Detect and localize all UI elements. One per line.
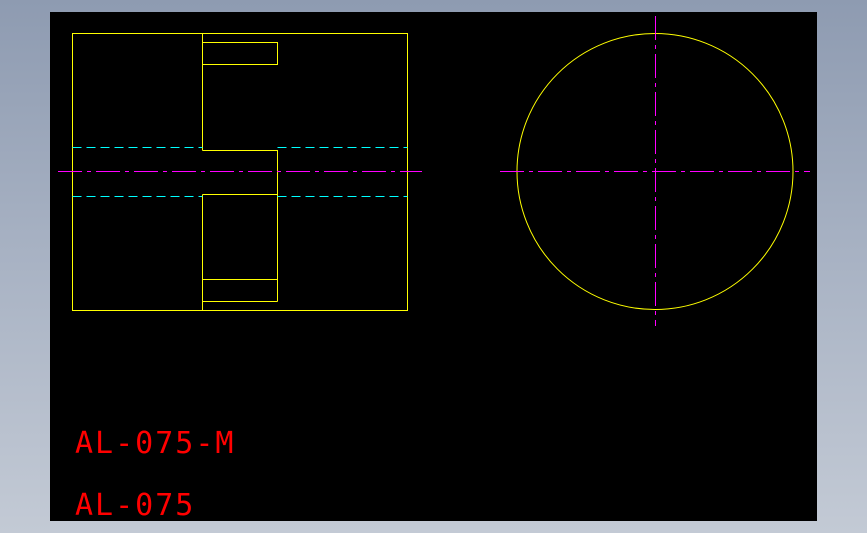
- cad-drawing-canvas: AL-075-M AL-075: [50, 12, 817, 521]
- front-view: [500, 16, 810, 326]
- cad-drawing: AL-075-M AL-075: [58, 16, 810, 521]
- lower-profile: [202, 194, 278, 311]
- top-jaw: [202, 33, 278, 151]
- side-view: [58, 33, 422, 311]
- part-number-label: AL-075: [75, 488, 195, 521]
- center-hub: [202, 150, 278, 195]
- part-number-model-label: AL-075-M: [75, 426, 236, 461]
